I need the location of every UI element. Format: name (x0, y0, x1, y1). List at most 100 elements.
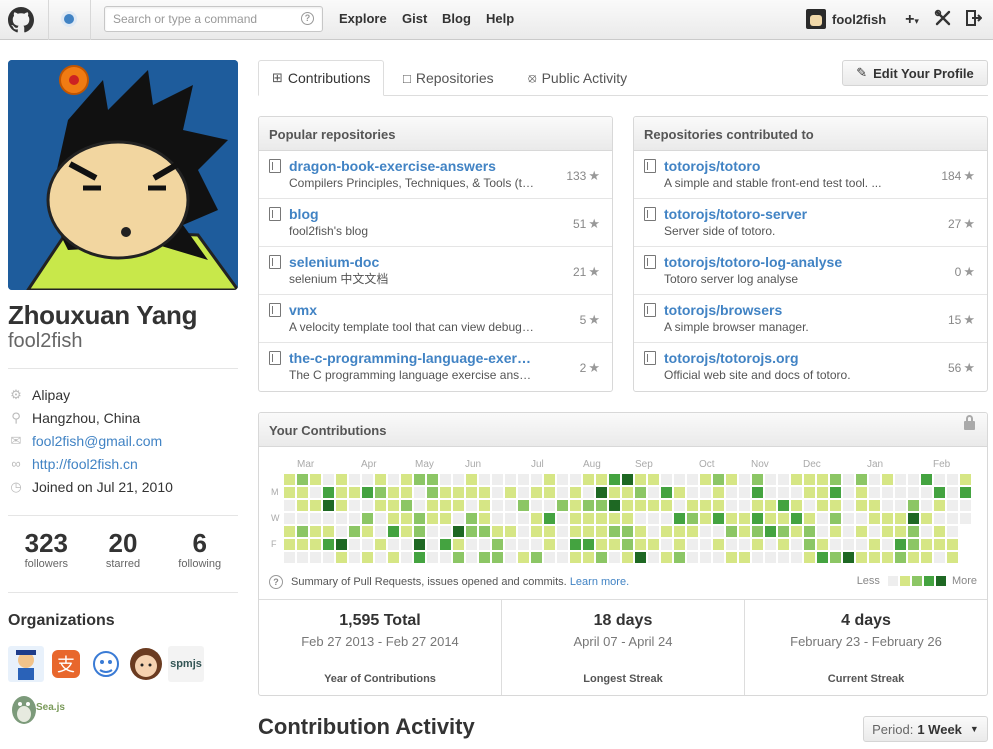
calendar-day[interactable] (323, 526, 334, 537)
calendar-day[interactable] (479, 539, 490, 550)
org-avatar[interactable] (88, 646, 124, 682)
calendar-day[interactable] (492, 539, 503, 550)
calendar-day[interactable] (947, 552, 958, 563)
calendar-day[interactable] (336, 487, 347, 498)
calendar-day[interactable] (700, 539, 711, 550)
calendar-day[interactable] (752, 539, 763, 550)
repo-row[interactable]: vmx A velocity template tool that can vie… (259, 295, 612, 343)
calendar-day[interactable] (453, 539, 464, 550)
calendar-day[interactable] (518, 539, 529, 550)
calendar-day[interactable] (713, 552, 724, 563)
calendar-day[interactable] (336, 500, 347, 511)
calendar-day[interactable] (505, 539, 516, 550)
calendar-day[interactable] (349, 539, 360, 550)
calendar-day[interactable] (674, 526, 685, 537)
calendar-day[interactable] (518, 487, 529, 498)
calendar-day[interactable] (609, 513, 620, 524)
calendar-day[interactable] (284, 539, 295, 550)
calendar-day[interactable] (466, 474, 477, 485)
calendar-day[interactable] (427, 513, 438, 524)
calendar-day[interactable] (609, 526, 620, 537)
calendar-day[interactable] (817, 500, 828, 511)
github-logo-icon[interactable] (8, 7, 34, 33)
search-input[interactable]: Search or type a command ? (104, 6, 323, 32)
calendar-day[interactable] (570, 500, 581, 511)
calendar-day[interactable] (661, 487, 672, 498)
calendar-day[interactable] (388, 500, 399, 511)
calendar-day[interactable] (544, 513, 555, 524)
calendar-day[interactable] (648, 526, 659, 537)
calendar-day[interactable] (908, 539, 919, 550)
calendar-day[interactable] (414, 500, 425, 511)
calendar-day[interactable] (284, 513, 295, 524)
calendar-day[interactable] (713, 500, 724, 511)
calendar-day[interactable] (895, 552, 906, 563)
calendar-day[interactable] (674, 487, 685, 498)
calendar-day[interactable] (401, 474, 412, 485)
calendar-day[interactable] (700, 513, 711, 524)
calendar-day[interactable] (596, 526, 607, 537)
calendar-day[interactable] (466, 513, 477, 524)
calendar-day[interactable] (921, 552, 932, 563)
calendar-day[interactable] (921, 500, 932, 511)
repo-row[interactable]: totorojs/totoro A simple and stable front… (634, 151, 987, 199)
calendar-day[interactable] (947, 539, 958, 550)
calendar-day[interactable] (960, 474, 971, 485)
calendar-day[interactable] (583, 500, 594, 511)
repo-stars[interactable]: 5 ★ (580, 312, 600, 328)
calendar-day[interactable] (505, 487, 516, 498)
calendar-day[interactable] (895, 500, 906, 511)
calendar-day[interactable] (856, 500, 867, 511)
calendar-day[interactable] (934, 526, 945, 537)
calendar-day[interactable] (817, 513, 828, 524)
repo-stars[interactable]: 2 ★ (580, 360, 600, 376)
calendar-day[interactable] (700, 526, 711, 537)
calendar-day[interactable] (921, 474, 932, 485)
calendar-day[interactable] (310, 526, 321, 537)
calendar-day[interactable] (882, 500, 893, 511)
calendar-day[interactable] (934, 552, 945, 563)
calendar-day[interactable] (583, 539, 594, 550)
calendar-day[interactable] (765, 539, 776, 550)
calendar-day[interactable] (869, 487, 880, 498)
calendar-day[interactable] (362, 552, 373, 563)
calendar-day[interactable] (921, 513, 932, 524)
calendar-day[interactable] (791, 487, 802, 498)
calendar-day[interactable] (609, 500, 620, 511)
calendar-day[interactable] (908, 513, 919, 524)
calendar-day[interactable] (804, 552, 815, 563)
org-avatar-spmjs[interactable]: spmjs (168, 646, 204, 682)
calendar-day[interactable] (518, 526, 529, 537)
calendar-day[interactable] (830, 539, 841, 550)
calendar-day[interactable] (557, 526, 568, 537)
calendar-day[interactable] (856, 474, 867, 485)
calendar-day[interactable] (804, 526, 815, 537)
calendar-day[interactable] (479, 526, 490, 537)
calendar-day[interactable] (375, 474, 386, 485)
calendar-day[interactable] (518, 513, 529, 524)
calendar-day[interactable] (804, 513, 815, 524)
calendar-day[interactable] (609, 474, 620, 485)
calendar-day[interactable] (427, 487, 438, 498)
repo-stars[interactable]: 51 ★ (573, 216, 600, 232)
calendar-day[interactable] (843, 474, 854, 485)
calendar-day[interactable] (544, 552, 555, 563)
calendar-day[interactable] (791, 552, 802, 563)
calendar-day[interactable] (505, 500, 516, 511)
calendar-day[interactable] (752, 552, 763, 563)
calendar-day[interactable] (609, 539, 620, 550)
calendar-day[interactable] (674, 474, 685, 485)
calendar-day[interactable] (453, 500, 464, 511)
calendar-day[interactable] (310, 500, 321, 511)
calendar-day[interactable] (531, 487, 542, 498)
calendar-day[interactable] (713, 526, 724, 537)
calendar-day[interactable] (908, 526, 919, 537)
calendar-day[interactable] (739, 487, 750, 498)
repo-stars[interactable]: 15 ★ (948, 312, 975, 328)
calendar-day[interactable] (453, 552, 464, 563)
calendar-day[interactable] (531, 539, 542, 550)
calendar-day[interactable] (661, 474, 672, 485)
calendar-day[interactable] (713, 474, 724, 485)
calendar-day[interactable] (843, 500, 854, 511)
calendar-day[interactable] (921, 539, 932, 550)
